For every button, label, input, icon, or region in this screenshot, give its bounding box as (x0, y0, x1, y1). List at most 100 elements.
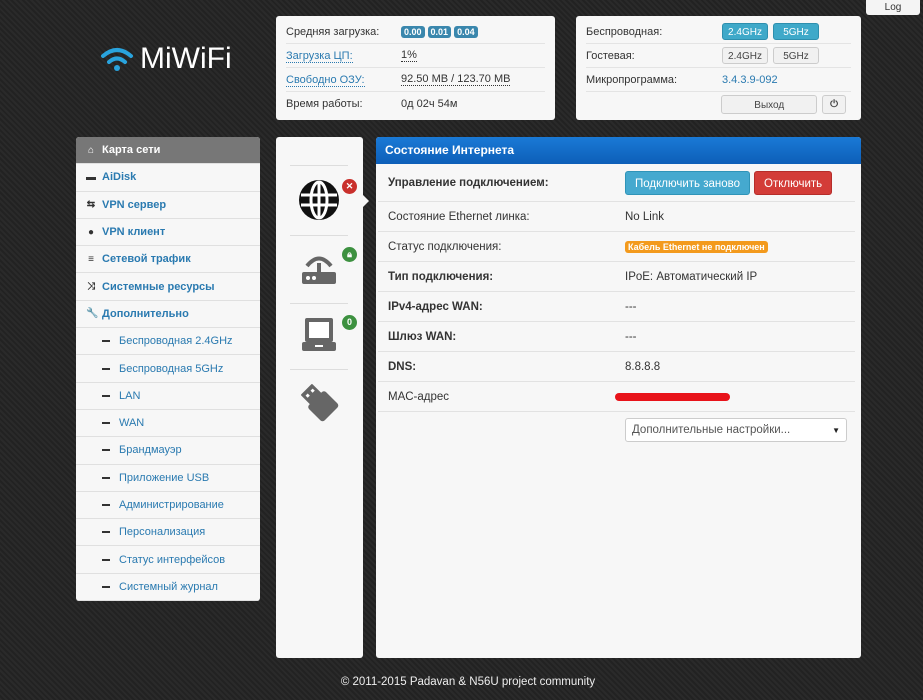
sidebar-subitem[interactable]: WAN (76, 410, 260, 438)
wireless-label: Беспроводная: (586, 25, 663, 38)
guest-label: Гостевая: (586, 49, 635, 62)
dash-icon (102, 558, 110, 561)
ethernet-link-value: No Link (625, 210, 664, 223)
sidebar-subitem[interactable]: Администрирование (76, 492, 260, 520)
sidebar-item[interactable]: 🔧 Дополнительно (76, 301, 260, 329)
sidebar-subitem[interactable]: Беспроводная 2.4GHz (76, 328, 260, 356)
firmware-label: Микропрограмма: (586, 73, 678, 86)
usb-icon[interactable] (296, 379, 342, 425)
status-icons-column: ✕ 🔒︎ 0 (276, 137, 369, 658)
dash-icon (102, 476, 110, 479)
ram-value: 92.50 MB / 123.70 MB (401, 73, 511, 86)
sidebar-item-label: VPN сервер (102, 198, 167, 211)
guest-24-toggle[interactable]: 2.4GHz (722, 47, 768, 64)
dash-icon (102, 585, 110, 588)
select-value: Дополнительные настройки... (632, 424, 791, 436)
load-1min: 0.00 (401, 25, 425, 38)
wan-ip-value: --- (625, 300, 637, 313)
logo-text: MiWiFi (140, 42, 232, 75)
lock-icon: 🔒︎ (342, 247, 357, 262)
tasks-icon: ≡ (88, 253, 94, 265)
sidebar-item-label: Системные ресурсы (102, 280, 215, 293)
disconnect-button[interactable]: Отключить (754, 170, 833, 195)
system-status-panel: Средняя загрузка: 0.00 0.01 0.04 Загрузка … (276, 16, 555, 120)
wireless-5-toggle[interactable]: 5GHz (773, 23, 819, 40)
footer: © 2011-2015 Padavan & N56U project commu… (340, 676, 596, 688)
sidebar-subitem-label: Беспроводная 5GHz (119, 362, 224, 375)
router-icon[interactable] (296, 243, 342, 289)
wireless-24-toggle[interactable]: 2.4GHz (722, 23, 768, 40)
connection-type-value: IPoE: Автоматический IP (625, 270, 758, 283)
sidebar-subitem-label: Брандмауэр (119, 444, 182, 457)
dns-value: 8.8.8.8 (625, 360, 661, 373)
sidebar-subitem[interactable]: Приложение USB (76, 465, 260, 492)
globe-icon: ● (87, 226, 95, 238)
avg-load-label: Средняя загрузка: (286, 25, 380, 38)
panel-title: Состояние Интернета (376, 137, 861, 164)
dash-icon (102, 367, 110, 370)
sidebar-subitem-label: LAN (119, 389, 141, 402)
hdd-icon: ▬ (86, 171, 96, 183)
sidebar-subitem-label: Персонализация (119, 526, 206, 539)
reconnect-button[interactable]: Подключить заново (625, 170, 751, 195)
sidebar-item[interactable]: ⤨ Системные ресурсы (76, 273, 260, 301)
wan-gateway-value: --- (625, 330, 637, 343)
cpu-value: 1% (401, 49, 417, 62)
dash-icon (102, 504, 110, 506)
sidebar: ⌂ Карта сети ▬ AiDisk ⇆ VPN сервер ● VPN клиент… (76, 137, 260, 602)
cpu-link[interactable]: Загрузка ЦП: (286, 49, 353, 63)
wireless-panel: Беспроводная: 2.4GHz 5GHz Гостевая: 2.4GH… (576, 16, 861, 120)
row-label: Управление подключением: (388, 176, 549, 189)
uptime-value: 0д 02ч 54м (401, 98, 458, 110)
sidebar-subitem[interactable]: Персонализация (76, 519, 260, 547)
sidebar-item[interactable]: ⇆ VPN сервер (76, 192, 260, 219)
wrench-icon: 🔧 (86, 308, 99, 320)
row-label: DNS: (388, 360, 417, 373)
internet-globe-icon[interactable] (296, 177, 342, 223)
error-x-icon: ✕ (342, 179, 357, 194)
firmware-version[interactable]: 3.4.3.9-092 (722, 74, 778, 86)
home-icon: ⌂ (87, 144, 95, 156)
log-button[interactable]: Log (866, 0, 920, 15)
laptop-icon[interactable] (296, 311, 342, 357)
row-label: MAC-адрес (388, 390, 450, 403)
sidebar-item[interactable]: ▬ AiDisk (76, 164, 260, 192)
row-label: Состояние Ethernet линка: (388, 210, 530, 223)
sidebar-subitem-label: WAN (119, 417, 145, 430)
logout-button[interactable]: Выход (721, 94, 818, 114)
sidebar-subitem-label: Приложение USB (119, 471, 210, 484)
sidebar-subitem-label: Беспроводная 2.4GHz (119, 335, 233, 348)
row-label: IPv4-адрес WAN: (388, 300, 483, 313)
power-button[interactable]: ⏻ (822, 94, 846, 114)
sidebar-subitem-label: Администрирование (119, 499, 224, 511)
clients-count-badge: 0 (342, 315, 357, 330)
logo: MiWiFi (100, 42, 232, 76)
sidebar-subitem-label: Системный журнал (119, 580, 218, 593)
internet-status-panel: Состояние Интернета Управление подключен… (376, 137, 861, 658)
guest-5-toggle[interactable]: 5GHz (773, 47, 819, 64)
retweet-icon: ⇆ (86, 199, 96, 211)
sidebar-subitem[interactable]: Статус интерфейсов (76, 546, 260, 574)
sidebar-subitem[interactable]: Системный журнал (76, 574, 260, 602)
sidebar-subitem-label: Статус интерфейсов (119, 553, 226, 566)
sidebar-item-label: Дополнительно (102, 307, 189, 320)
sidebar-subitem[interactable]: LAN (76, 383, 260, 410)
dash-icon (102, 449, 110, 452)
dash-icon (102, 394, 110, 397)
sidebar-item-label: Карта сети (102, 144, 161, 157)
load-5min: 0.01 (427, 25, 452, 38)
wifi-logo-icon (101, 48, 133, 71)
sidebar-item[interactable]: ⌂ Карта сети (76, 137, 260, 165)
more-settings-select[interactable]: Дополнительные настройки... ▼ (625, 418, 847, 442)
sidebar-subitem[interactable]: Брандмауэр (76, 437, 260, 465)
sidebar-item-label: Сетевой трафик (102, 253, 191, 266)
uptime-label: Время работы: (286, 98, 363, 110)
sidebar-item[interactable]: ● VPN клиент (76, 219, 260, 247)
caret-down-icon: ▼ (832, 425, 840, 435)
row-label: Тип подключения: (388, 270, 494, 283)
ram-link[interactable]: Свободно ОЗУ: (286, 73, 365, 87)
mac-redacted (615, 392, 730, 401)
dash-icon (102, 531, 110, 534)
sidebar-subitem[interactable]: Беспроводная 5GHz (76, 355, 260, 383)
sidebar-item[interactable]: ≡ Сетевой трафик (76, 246, 260, 274)
